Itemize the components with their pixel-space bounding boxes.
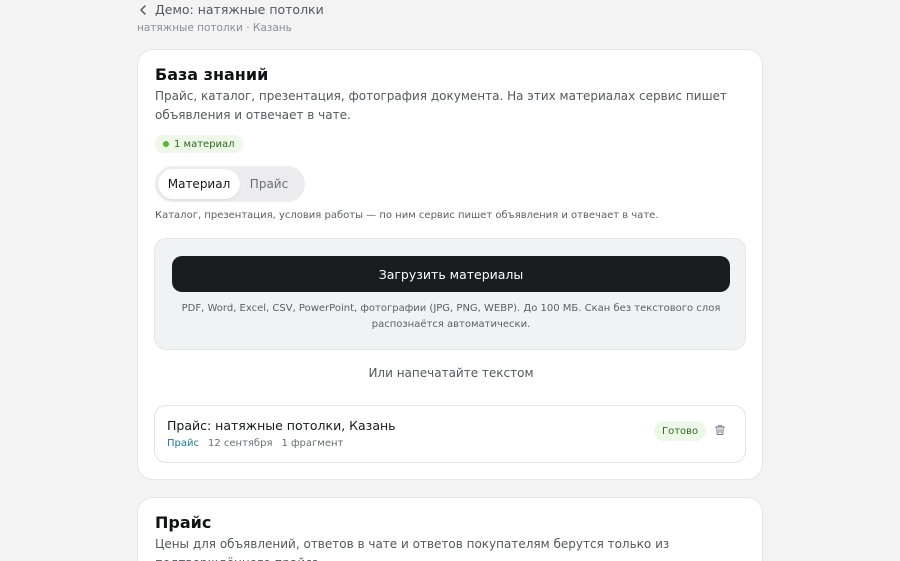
status-dot-icon [163, 141, 169, 147]
upload-formats-note: PDF, Word, Excel, CSV, PowerPoint, фотог… [155, 301, 747, 333]
upload-note-line-1: PDF, Word, Excel, CSV, PowerPoint, фотог… [181, 303, 721, 314]
upload-note-line-2: распознаётся автоматически. [371, 319, 531, 330]
knowledge-base-card: База знаний Прайс, каталог, презентация,… [137, 49, 763, 480]
material-title: Прайс: натяжные потолки, Казань [167, 418, 396, 433]
material-type-tag: Прайс [167, 438, 199, 449]
knowledge-base-description: Прайс, каталог, презентация, фотография … [155, 89, 727, 122]
tab-price[interactable]: Прайс [240, 169, 298, 199]
breadcrumb-subtitle: натяжные потолки · Казань [137, 22, 292, 34]
status-badge: Готово [654, 421, 707, 441]
material-meta: Прайс 12 сентября 1 фрагмент [167, 438, 343, 449]
material-hint: Каталог, презентация, условия работы — п… [155, 210, 659, 221]
material-type-switch: Материал Прайс [155, 166, 305, 202]
knowledge-base-title: База знаний [155, 65, 269, 84]
price-description: Цены для объявлений, ответов в чате и от… [155, 537, 670, 561]
back-link[interactable]: Демо: натяжные потолки [137, 2, 324, 17]
back-link-label: Демо: натяжные потолки [155, 2, 324, 17]
materials-count-badge: 1 материал [155, 135, 243, 153]
material-list-item[interactable]: Прайс: натяжные потолки, Казань Прайс 12… [154, 405, 746, 463]
upload-dropzone[interactable]: Загрузить материалы PDF, Word, Excel, CS… [154, 238, 746, 350]
type-text-link[interactable]: Или напечатайте текстом [138, 366, 764, 380]
price-card: Прайс Цены для объявлений, ответов в чат… [137, 497, 763, 561]
materials-count-label: 1 материал [174, 138, 235, 150]
material-date: 12 сентября [208, 438, 273, 449]
upload-materials-button[interactable]: Загрузить материалы [172, 256, 730, 292]
page: Демо: натяжные потолки натяжные потолки … [0, 0, 900, 561]
material-fragments: 1 фрагмент [281, 438, 344, 449]
trash-icon [715, 425, 725, 435]
price-title: Прайс [155, 513, 212, 532]
delete-material-button[interactable] [712, 422, 728, 438]
tab-material[interactable]: Материал [158, 169, 240, 199]
chevron-left-icon [140, 4, 146, 15]
